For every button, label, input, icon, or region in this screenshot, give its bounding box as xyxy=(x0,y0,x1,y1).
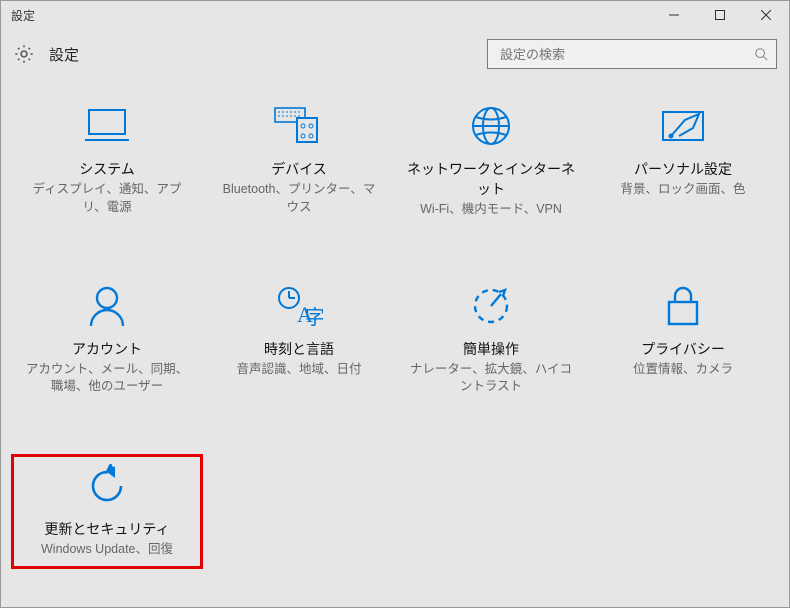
search-icon xyxy=(754,47,768,61)
header-left: 設定 xyxy=(13,43,487,65)
ease-icon xyxy=(403,281,579,331)
person-icon xyxy=(19,281,195,331)
tile-desc: ディスプレイ、通知、アプリ、電源 xyxy=(19,181,195,216)
paint-icon xyxy=(595,101,771,151)
tile-title: デバイス xyxy=(211,159,387,179)
maximize-icon xyxy=(715,10,725,20)
tile-desc: 位置情報、カメラ xyxy=(595,361,771,379)
titlebar: 設定 xyxy=(1,1,789,29)
tile-personalization[interactable]: パーソナル設定 背景、ロック画面、色 xyxy=(587,97,779,227)
time-language-icon: A 字 xyxy=(211,281,387,331)
svg-text:字: 字 xyxy=(305,306,323,328)
tile-desc: アカウント、メール、同期、職場、他のユーザー xyxy=(19,361,195,396)
settings-grid: システム ディスプレイ、通知、アプリ、電源 デバイス Bluetooth、プリン… xyxy=(1,87,789,569)
window-title: 設定 xyxy=(1,7,651,24)
close-icon xyxy=(761,10,771,20)
tile-desc: Wi-Fi、機内モード、VPN xyxy=(403,201,579,219)
tile-title: パーソナル設定 xyxy=(595,159,771,179)
search-input[interactable] xyxy=(498,46,754,63)
tile-title: システム xyxy=(19,159,195,179)
tile-title: 更新とセキュリティ xyxy=(22,519,192,539)
tile-desc: 音声認識、地域、日付 xyxy=(211,361,387,379)
system-icon xyxy=(19,101,195,151)
header: 設定 xyxy=(1,29,789,87)
globe-icon xyxy=(403,101,579,151)
tile-desc: 背景、ロック画面、色 xyxy=(595,181,771,199)
tile-devices[interactable]: デバイス Bluetooth、プリンター、マウス xyxy=(203,97,395,227)
gear-icon xyxy=(13,43,35,65)
devices-icon xyxy=(211,101,387,151)
tile-title: 時刻と言語 xyxy=(211,339,387,359)
maximize-button[interactable] xyxy=(697,1,743,29)
tile-desc: Bluetooth、プリンター、マウス xyxy=(211,181,387,216)
search-box[interactable] xyxy=(487,39,777,69)
tile-network[interactable]: ネットワークとインターネット Wi-Fi、機内モード、VPN xyxy=(395,97,587,227)
update-icon xyxy=(22,461,192,511)
tile-update-security[interactable]: 更新とセキュリティ Windows Update、回復 xyxy=(11,454,203,570)
tile-system[interactable]: システム ディスプレイ、通知、アプリ、電源 xyxy=(11,97,203,227)
close-button[interactable] xyxy=(743,1,789,29)
tile-ease-of-access[interactable]: 簡単操作 ナレーター、拡大鏡、ハイコントラスト xyxy=(395,277,587,404)
tile-time-language[interactable]: A 字 時刻と言語 音声認識、地域、日付 xyxy=(203,277,395,404)
minimize-icon xyxy=(669,10,679,20)
tile-accounts[interactable]: アカウント アカウント、メール、同期、職場、他のユーザー xyxy=(11,277,203,404)
tile-desc: Windows Update、回復 xyxy=(22,541,192,559)
tile-privacy[interactable]: プライバシー 位置情報、カメラ xyxy=(587,277,779,404)
tile-title: 簡単操作 xyxy=(403,339,579,359)
tile-desc: ナレーター、拡大鏡、ハイコントラスト xyxy=(403,361,579,396)
minimize-button[interactable] xyxy=(651,1,697,29)
tile-title: プライバシー xyxy=(595,339,771,359)
window-controls xyxy=(651,1,789,29)
lock-icon xyxy=(595,281,771,331)
tile-title: ネットワークとインターネット xyxy=(403,159,579,199)
tile-title: アカウント xyxy=(19,339,195,359)
page-title: 設定 xyxy=(49,44,79,65)
